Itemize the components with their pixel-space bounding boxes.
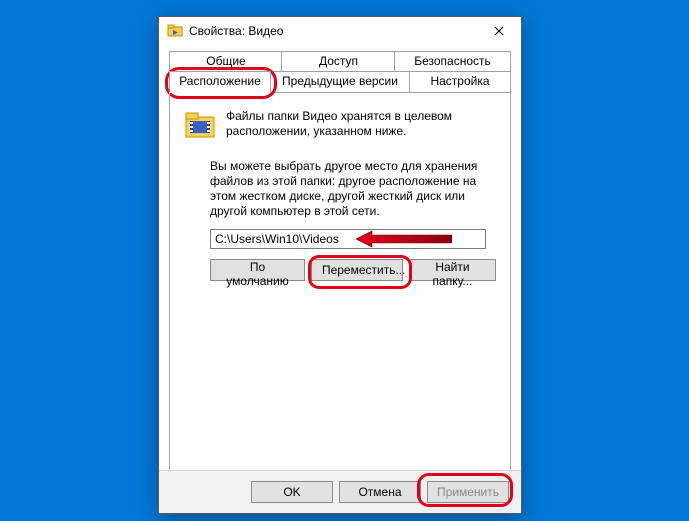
video-folder-icon (184, 109, 216, 141)
instruction-text: Вы можете выбрать другое место для хране… (210, 159, 496, 219)
dialog-footer: OK Отмена Применить (159, 470, 521, 513)
desktop-background: Свойства: Видео Общие Доступ Безопасност… (0, 0, 689, 521)
tab-previous-versions[interactable]: Предыдущие версии (269, 71, 411, 93)
find-target-button[interactable]: Найти папку... (409, 259, 496, 281)
dialog-client-area: Общие Доступ Безопасность Расположение П… (159, 45, 521, 504)
description-row: Файлы папки Видео хранятся в целевом рас… (184, 109, 496, 141)
move-button[interactable]: Переместить... (311, 259, 403, 281)
description-text: Файлы папки Видео хранятся в целевом рас… (226, 109, 496, 141)
restore-default-button[interactable]: По умолчанию (210, 259, 305, 281)
folder-icon (167, 23, 183, 39)
title-bar[interactable]: Свойства: Видео (159, 17, 521, 45)
ok-button[interactable]: OK (251, 481, 333, 503)
tab-location[interactable]: Расположение (169, 71, 271, 93)
path-row (210, 229, 496, 249)
location-buttons-row: По умолчанию Переместить... Найти папку.… (210, 259, 496, 281)
close-button[interactable] (477, 17, 521, 45)
tab-panel-location: Файлы папки Видео хранятся в целевом рас… (169, 93, 511, 494)
tab-security[interactable]: Безопасность (394, 51, 511, 73)
window-title: Свойства: Видео (189, 24, 477, 38)
tab-sharing[interactable]: Доступ (281, 51, 396, 73)
tab-general[interactable]: Общие (169, 51, 283, 73)
properties-dialog: Свойства: Видео Общие Доступ Безопасност… (158, 16, 522, 514)
tab-customize[interactable]: Настройка (409, 71, 511, 93)
cancel-button[interactable]: Отмена (339, 481, 421, 503)
apply-button[interactable]: Применить (427, 481, 509, 503)
tab-strip: Общие Доступ Безопасность Расположение П… (169, 51, 511, 93)
target-path-input[interactable] (210, 229, 486, 249)
